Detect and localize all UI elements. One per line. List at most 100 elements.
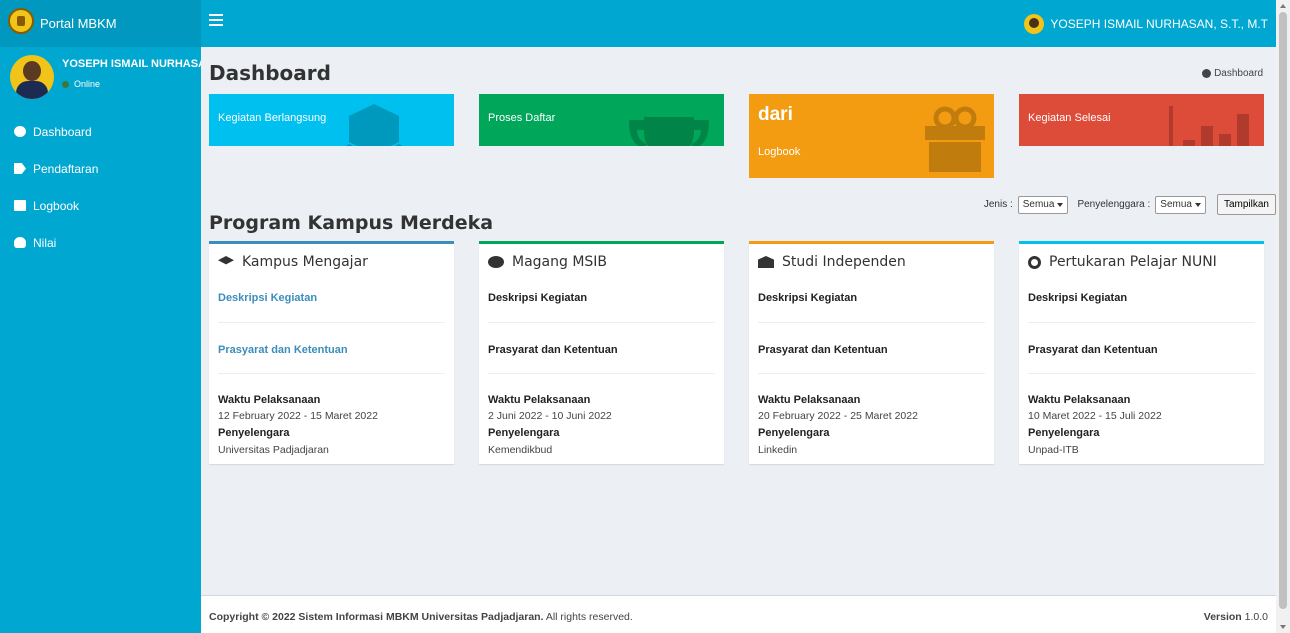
penyelenggara-label: Penyelengara — [218, 427, 290, 439]
waktu-value: 20 February 2022 - 25 Maret 2022 — [758, 410, 918, 422]
stat-box-label: Logbook — [758, 146, 801, 158]
jenis-select-value: Semua — [1022, 199, 1055, 210]
sidebar-item-dashboard[interactable]: Dashboard — [0, 113, 201, 150]
prasyarat-link[interactable]: Prasyarat dan Ketentuan — [488, 344, 618, 356]
user-menu[interactable]: YOSEPH ISMAIL NURHASAN, S.T., M.T — [1024, 14, 1268, 34]
divider — [488, 373, 715, 374]
stat-box-logbook: dari Logbook — [749, 94, 994, 178]
program-card-header: Studi Independen — [758, 254, 906, 270]
cogs-icon — [488, 256, 504, 268]
scroll-up-icon[interactable] — [1280, 4, 1286, 8]
book-icon — [14, 200, 26, 211]
scrollbar-thumb[interactable] — [1279, 12, 1287, 609]
users-icon — [14, 237, 26, 248]
waktu-value: 12 February 2022 - 15 Maret 2022 — [218, 410, 378, 422]
penyelenggara-select-value: Semua — [1160, 199, 1192, 210]
tag-icon — [14, 163, 26, 174]
refresh-icon — [1028, 255, 1041, 269]
prasyarat-link[interactable]: Prasyarat dan Ketentuan — [1028, 344, 1158, 356]
program-title: Studi Independen — [782, 254, 906, 270]
filter-jenis-label: Jenis : — [983, 199, 1013, 210]
deskripsi-link[interactable]: Deskripsi Kegiatan — [1028, 292, 1127, 304]
penyelenggara-label: Penyelengara — [758, 427, 830, 439]
breadcrumb-label: Dashboard — [1214, 68, 1263, 79]
divider — [1028, 322, 1255, 323]
divider — [218, 373, 445, 374]
stat-box-label: Proses Daftar — [488, 112, 556, 124]
program-card-magang-msib: Magang MSIB Deskripsi Kegiatan Prasyarat… — [479, 241, 724, 464]
menu-toggle-icon[interactable] — [209, 14, 223, 30]
program-card-studi-independen: Studi Independen Deskripsi Kegiatan Pras… — [749, 241, 994, 464]
stat-box-proses-daftar: Proses Daftar — [479, 94, 724, 146]
filter-bar: Jenis : Semua Penyelenggara : Semua Tamp… — [984, 194, 1276, 215]
scrollbar[interactable] — [1276, 0, 1290, 633]
program-card-header: Magang MSIB — [488, 254, 607, 270]
stat-box-kegiatan-berlangsung: Kegiatan Berlangsung — [209, 94, 454, 146]
waktu-label: Waktu Pelaksanaan — [488, 394, 591, 406]
sidebar-item-pendaftaran[interactable]: Pendaftaran — [0, 150, 201, 187]
sidebar-item-label: Pendaftaran — [33, 161, 99, 176]
sidebar-item-label: Nilai — [33, 235, 57, 250]
program-card-pertukaran-pelajar: Pertukaran Pelajar NUNI Deskripsi Kegiat… — [1019, 241, 1264, 464]
waktu-label: Waktu Pelaksanaan — [1028, 394, 1131, 406]
version-value: 1.0.0 — [1244, 611, 1268, 623]
jenis-select[interactable]: Semua — [1017, 195, 1069, 214]
deskripsi-link[interactable]: Deskripsi Kegiatan — [218, 292, 317, 304]
section-title: Program Kampus Merdeka — [209, 212, 494, 234]
prasyarat-link[interactable]: Prasyarat dan Ketentuan — [758, 344, 888, 356]
sidebar: YOSEPH ISMAIL NURHASAN Online Dashboard … — [0, 47, 201, 633]
waktu-label: Waktu Pelaksanaan — [218, 394, 321, 406]
breadcrumb[interactable]: Dashboard — [1202, 68, 1263, 79]
program-title: Kampus Mengajar — [242, 254, 368, 270]
penyelenggara-label: Penyelengara — [488, 427, 560, 439]
penyelenggara-value: Universitas Padjadjaran — [218, 444, 329, 456]
cubes-icon — [345, 104, 403, 146]
logo[interactable]: Portal MBKM — [0, 0, 201, 47]
gift-icon — [925, 106, 985, 172]
online-status-label: Online — [74, 79, 101, 89]
divider — [488, 322, 715, 323]
divider — [1028, 373, 1255, 374]
deskripsi-link[interactable]: Deskripsi Kegiatan — [488, 292, 587, 304]
version-label: Version — [1203, 611, 1242, 623]
avatar — [1024, 14, 1045, 34]
stat-box-value: dari — [758, 104, 793, 125]
divider — [758, 373, 985, 374]
divider — [218, 322, 445, 323]
waktu-value: 10 Maret 2022 - 15 Juli 2022 — [1028, 410, 1162, 422]
rights-text: All rights reserved. — [543, 611, 633, 623]
divider — [758, 322, 985, 323]
penyelenggara-label: Penyelengara — [1028, 427, 1100, 439]
user-menu-name: YOSEPH ISMAIL NURHASAN, S.T., M.T — [1050, 17, 1268, 31]
tampilkan-button[interactable]: Tampilkan — [1216, 194, 1276, 215]
copyright-text: Copyright © 2022 Sistem Informasi MBKM U… — [209, 611, 544, 623]
sidebar-item-label: Dashboard — [33, 124, 92, 139]
sidebar-item-logbook[interactable]: Logbook — [0, 187, 201, 224]
page-title: Dashboard — [209, 61, 331, 85]
online-status: Online — [62, 79, 100, 89]
waktu-label: Waktu Pelaksanaan — [758, 394, 861, 406]
app-name: Portal MBKM — [40, 16, 117, 31]
program-card-header: Kampus Mengajar — [218, 254, 368, 270]
penyelenggara-select[interactable]: Semua — [1155, 195, 1206, 214]
avatar — [10, 55, 54, 99]
user-panel: YOSEPH ISMAIL NURHASAN Online — [0, 47, 201, 113]
waktu-value: 2 Juni 2022 - 10 Juni 2022 — [488, 410, 612, 422]
chevron-down-icon — [1057, 202, 1064, 207]
penyelenggara-value: Unpad-ITB — [1028, 444, 1079, 456]
scroll-down-icon[interactable] — [1280, 625, 1286, 629]
sidebar-item-nilai[interactable]: Nilai — [0, 224, 201, 261]
status-dot-icon — [62, 80, 69, 88]
chevron-down-icon — [1194, 202, 1201, 207]
program-card-header: Pertukaran Pelajar NUNI — [1028, 254, 1217, 270]
program-title: Pertukaran Pelajar NUNI — [1049, 254, 1217, 270]
institution-icon — [758, 256, 774, 268]
dashboard-icon — [14, 126, 26, 137]
bar-chart-icon — [1169, 106, 1249, 146]
footer-version: Version 1.0.0 — [1204, 611, 1268, 623]
prasyarat-link[interactable]: Prasyarat dan Ketentuan — [218, 344, 348, 356]
program-title: Magang MSIB — [512, 254, 608, 270]
graduation-cap-icon — [218, 256, 234, 265]
deskripsi-link[interactable]: Deskripsi Kegiatan — [758, 292, 857, 304]
stat-box-kegiatan-selesai: Kegiatan Selesai — [1019, 94, 1264, 146]
